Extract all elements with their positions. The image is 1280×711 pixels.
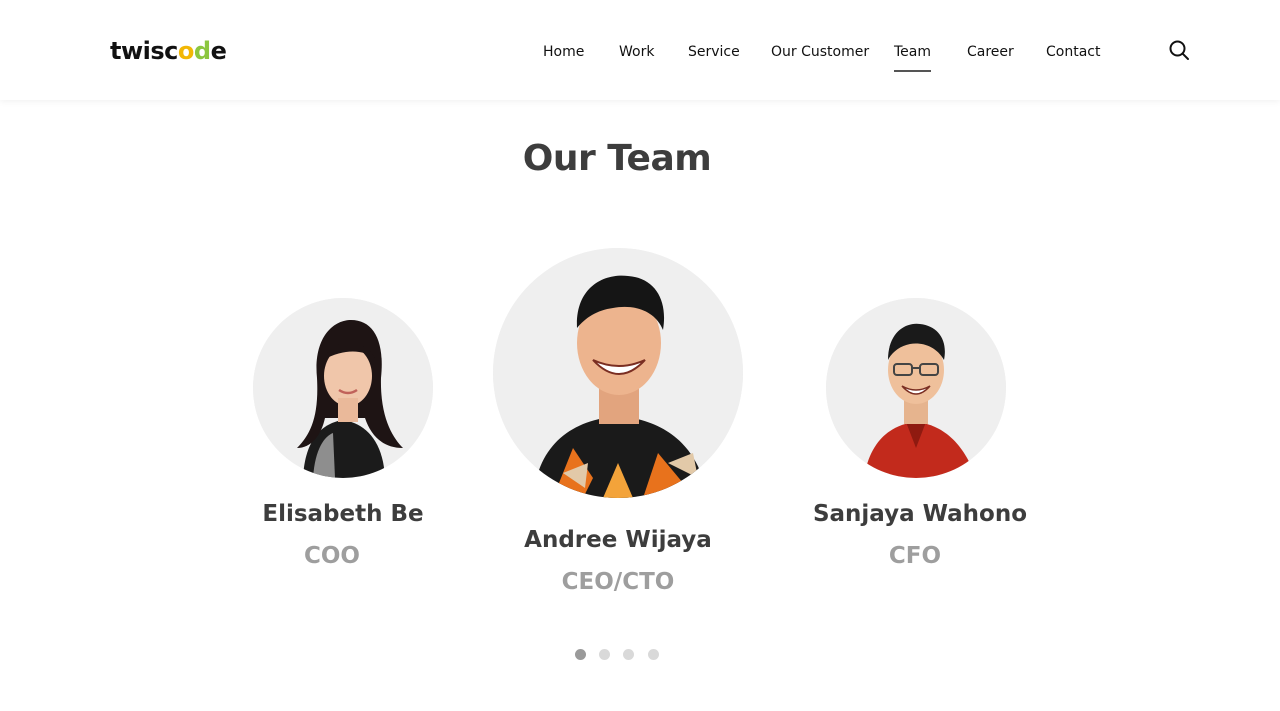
carousel-dot[interactable]: [623, 649, 634, 660]
section-title-text: Our Team: [522, 138, 712, 179]
nav-item-career[interactable]: Career: [967, 42, 1014, 62]
team-member-photo[interactable]: [826, 298, 1006, 478]
carousel-dot[interactable]: [599, 649, 610, 660]
team-member-photo[interactable]: [253, 298, 433, 478]
person-photo-illustration: [826, 298, 1006, 478]
team-member-role: COO: [304, 543, 360, 569]
person-photo-illustration: [493, 248, 743, 498]
carousel-dot[interactable]: [648, 649, 659, 660]
carousel-pagination: [575, 649, 675, 661]
team-member-role: CEO/CTO: [561, 569, 675, 595]
nav-item-team[interactable]: Team: [894, 42, 932, 72]
search-icon: [1169, 40, 1189, 60]
search-button[interactable]: [1168, 39, 1190, 61]
section-title: Our Team: [0, 138, 1280, 179]
team-member-role: CFO: [888, 543, 942, 569]
nav-item-contact[interactable]: Contact: [1046, 42, 1100, 62]
nav-item-our-customer[interactable]: Our Customer: [771, 42, 869, 62]
carousel-dot[interactable]: [575, 649, 586, 660]
nav-item-service[interactable]: Service: [688, 42, 740, 62]
person-photo-illustration: [253, 298, 433, 478]
site-header: twiscode Home Work Service Our Customer …: [0, 0, 1280, 100]
nav-item-work[interactable]: Work: [619, 42, 654, 62]
team-member-name: Andree Wijaya: [524, 527, 712, 553]
nav-item-home[interactable]: Home: [543, 42, 584, 62]
team-member-name: Elisabeth Be: [262, 501, 424, 527]
main-nav: Home Work Service Our Customer Team Care…: [0, 42, 1280, 72]
team-member-photo[interactable]: [493, 248, 743, 498]
team-member-name: Sanjaya Wahono: [812, 501, 1028, 527]
